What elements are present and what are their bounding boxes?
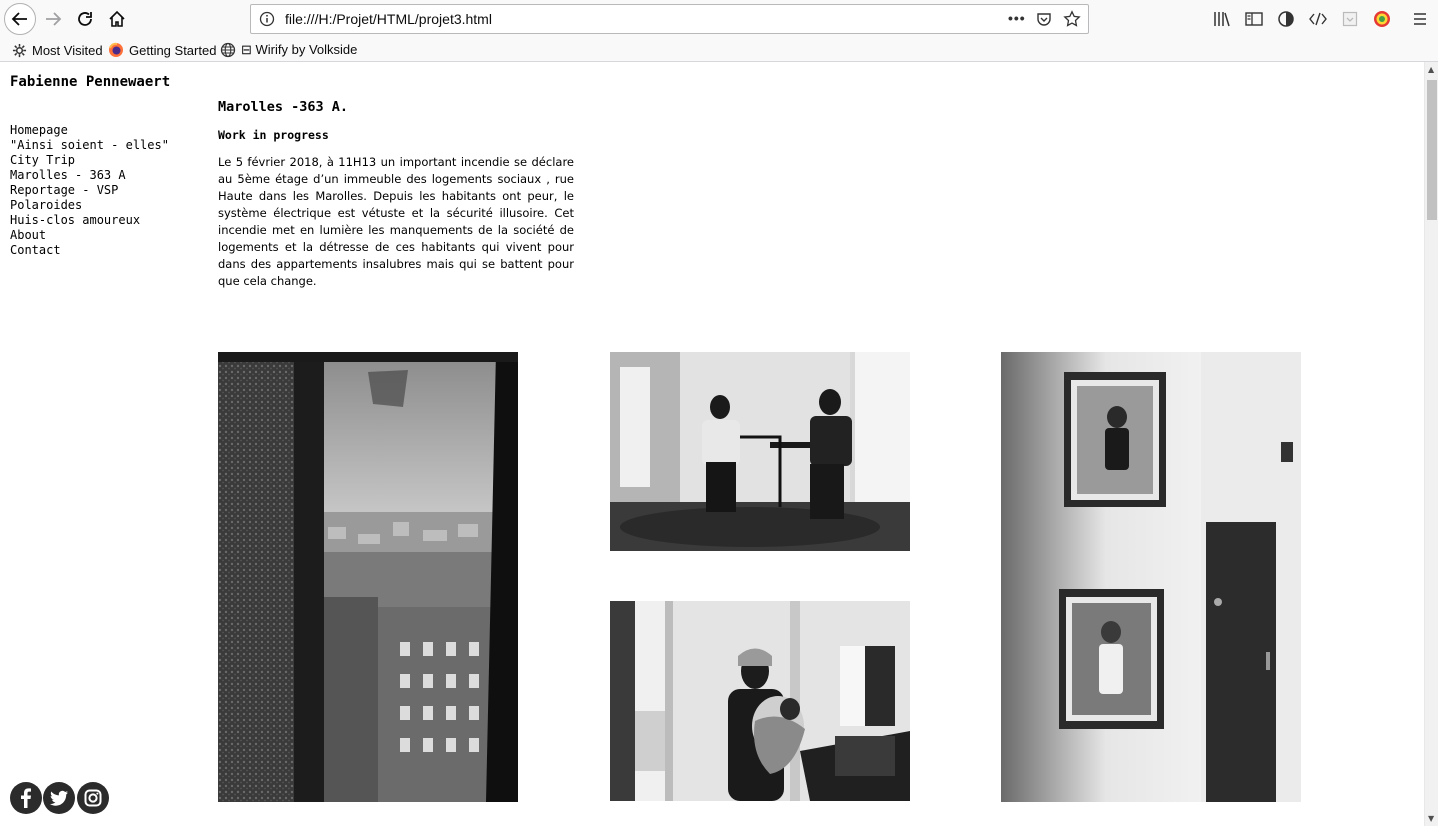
- library-icon[interactable]: [1212, 9, 1232, 29]
- url-bar[interactable]: file:///H:/Projet/HTML/projet3.html •••: [250, 4, 1089, 34]
- bookmarks-toolbar: Most Visited Getting Started ⊟ Wirify by…: [0, 38, 1438, 62]
- arrow-right-icon: [46, 12, 62, 26]
- reload-button[interactable]: [70, 4, 100, 34]
- sidebar-icon[interactable]: [1244, 9, 1264, 29]
- instagram-icon[interactable]: [77, 782, 109, 814]
- colorful-extension-icon[interactable]: [1372, 9, 1392, 29]
- bookmark-label: Getting Started: [129, 42, 217, 58]
- nav-item-about[interactable]: About: [10, 228, 169, 243]
- bookmark-star-icon[interactable]: [1063, 10, 1081, 32]
- bookmark-label: ⊟ Wirify by Volkside: [241, 42, 358, 57]
- pocket-extension-icon[interactable]: [1340, 9, 1360, 29]
- photo-city-window[interactable]: [218, 352, 518, 802]
- site-title[interactable]: Fabienne Pennewaert: [10, 74, 170, 90]
- photo-woman-baby[interactable]: [610, 601, 910, 801]
- browser-toolbar: file:///H:/Projet/HTML/projet3.html •••: [0, 0, 1438, 38]
- globe-icon: [220, 42, 236, 58]
- nav-item-ainsi-soient-elles[interactable]: "Ainsi soient - elles": [10, 138, 169, 153]
- home-button[interactable]: [102, 4, 132, 34]
- nav-item-polaroides[interactable]: Polaroides: [10, 198, 169, 213]
- url-text[interactable]: file:///H:/Projet/HTML/projet3.html: [285, 11, 492, 27]
- dev-tools-icon[interactable]: [1308, 9, 1328, 29]
- bookmark-most-visited[interactable]: Most Visited: [12, 41, 103, 59]
- firefox-icon: [108, 42, 124, 58]
- article-title: Marolles -363 A.: [218, 99, 349, 115]
- nav-item-homepage[interactable]: Homepage: [10, 123, 169, 138]
- nav-item-reportage-vsp[interactable]: Reportage - VSP: [10, 183, 169, 198]
- page-actions-more-button[interactable]: •••: [1008, 10, 1026, 26]
- home-icon: [109, 10, 125, 27]
- extension-icon[interactable]: [1276, 9, 1296, 29]
- scroll-thumb[interactable]: [1427, 80, 1437, 220]
- nav-item-city-trip[interactable]: City Trip: [10, 153, 169, 168]
- facebook-icon[interactable]: [10, 782, 42, 814]
- nav-item-contact[interactable]: Contact: [10, 243, 169, 258]
- hamburger-menu-icon[interactable]: [1410, 9, 1430, 29]
- web-page: Fabienne Pennewaert Homepage "Ainsi soie…: [0, 62, 1424, 826]
- bookmark-wirify[interactable]: ⊟ Wirify by Volkside: [220, 41, 357, 59]
- info-icon[interactable]: [259, 11, 275, 31]
- arrow-left-icon: [11, 12, 27, 26]
- vertical-scrollbar[interactable]: ▲ ▼: [1424, 62, 1438, 826]
- reload-icon: [78, 12, 92, 26]
- bookmark-label: Most Visited: [32, 42, 103, 58]
- scroll-down-arrow-icon[interactable]: ▼: [1428, 814, 1434, 823]
- photo-two-men[interactable]: [610, 352, 910, 551]
- nav-item-marolles[interactable]: Marolles - 363 A: [10, 168, 169, 183]
- twitter-icon[interactable]: [43, 782, 75, 814]
- article-body: Le 5 février 2018, à 11H13 un important …: [218, 155, 574, 288]
- forward-button[interactable]: [38, 4, 68, 34]
- bookmark-getting-started[interactable]: Getting Started: [108, 41, 216, 59]
- pocket-icon[interactable]: [1036, 11, 1052, 31]
- site-nav: Homepage "Ainsi soient - elles" City Tri…: [10, 123, 169, 258]
- gear-icon: [12, 43, 27, 58]
- scroll-up-arrow-icon[interactable]: ▲: [1428, 65, 1434, 74]
- photo-framed-portraits[interactable]: [1001, 352, 1301, 802]
- back-button[interactable]: [4, 3, 36, 35]
- nav-item-huis-clos[interactable]: Huis-clos amoureux: [10, 213, 169, 228]
- article-subtitle: Work in progress: [218, 128, 329, 142]
